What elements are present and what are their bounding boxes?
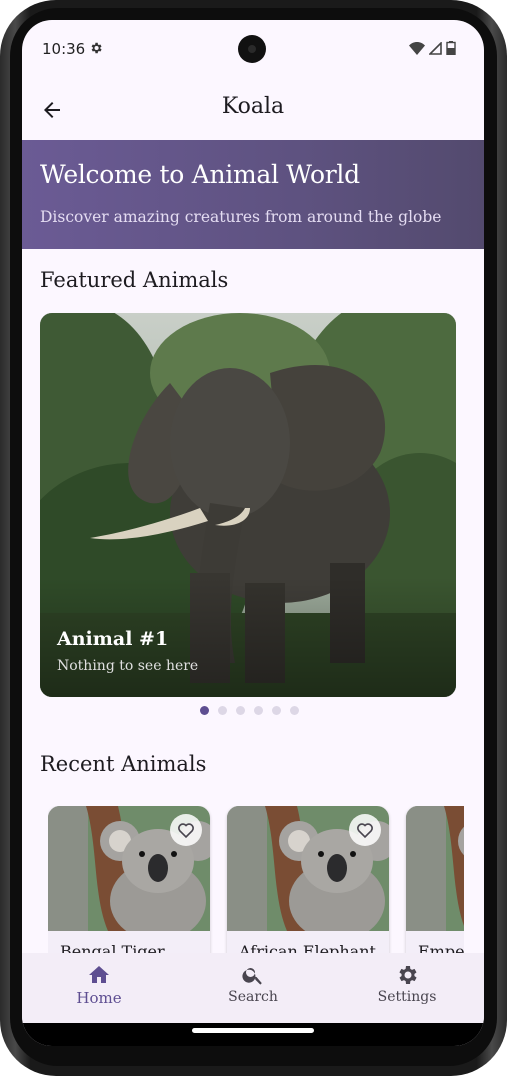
nav-item-search[interactable]: Search (176, 953, 330, 1023)
home-icon (89, 966, 109, 983)
system-icons (409, 41, 456, 55)
settings-status-icon (91, 42, 102, 54)
nav-item-settings[interactable]: Settings (330, 953, 484, 1023)
front-camera (238, 35, 266, 63)
welcome-banner: Welcome to Animal World Discover amazing… (22, 140, 484, 249)
pager-dot[interactable] (218, 706, 227, 715)
animal-card-name: Emperor Penguin (418, 942, 464, 953)
pager-dot[interactable] (290, 706, 299, 715)
featured-slide-subtitle: Nothing to see here (57, 658, 199, 674)
pager-dot[interactable] (254, 706, 263, 715)
search-icon (242, 968, 262, 985)
app-screen: 10:36 Koala Welcome to Animal World Disc… (22, 20, 484, 1046)
nav-label-search: Search (228, 989, 278, 1005)
animal-card-name: Bengal Tiger (60, 942, 165, 953)
nav-item-home[interactable]: Home (22, 953, 176, 1023)
animal-card[interactable]: Bengal Tiger (48, 806, 210, 953)
top-app-bar: Koala (22, 78, 484, 140)
page-title: Koala (221, 94, 285, 119)
pager-dot[interactable] (272, 706, 281, 715)
nav-label-home: Home (76, 989, 122, 1007)
carousel-pager (200, 706, 299, 715)
bottom-navigation: Home Search Settings (22, 953, 484, 1023)
recent-animals-list[interactable]: Bengal Tiger African Elephant Empe (48, 806, 464, 953)
home-gesture-bar[interactable] (192, 1028, 314, 1033)
status-bar: 10:36 (22, 20, 484, 78)
pager-dot[interactable] (200, 706, 209, 715)
favorite-button[interactable] (170, 814, 202, 846)
settings-icon (399, 966, 417, 984)
pager-dot[interactable] (236, 706, 245, 715)
koala-photo (406, 806, 464, 931)
favorite-button[interactable] (349, 814, 381, 846)
animal-card-name: African Elephant (239, 942, 376, 953)
animal-card[interactable]: African Elephant (227, 806, 389, 953)
welcome-title: Welcome to Animal World (40, 160, 360, 189)
heart-outline-icon (178, 823, 194, 839)
featured-section-title: Featured Animals (40, 268, 229, 292)
wifi-icon (409, 41, 425, 55)
battery-icon (446, 41, 456, 55)
animal-card[interactable]: Emperor Penguin (406, 806, 464, 953)
status-time: 10:36 (42, 40, 86, 58)
welcome-subtitle: Discover amazing creatures from around t… (40, 208, 442, 226)
phone-frame: 10:36 Koala Welcome to Animal World Disc… (0, 0, 507, 1076)
featured-carousel[interactable]: Animal #1 Nothing to see here (40, 313, 456, 697)
system-nav-area (22, 1023, 484, 1046)
heart-outline-icon (357, 823, 373, 839)
signal-icon (429, 41, 442, 55)
nav-label-settings: Settings (377, 989, 437, 1005)
recent-section-title: Recent Animals (40, 752, 207, 776)
featured-slide-title: Animal #1 (57, 628, 169, 650)
